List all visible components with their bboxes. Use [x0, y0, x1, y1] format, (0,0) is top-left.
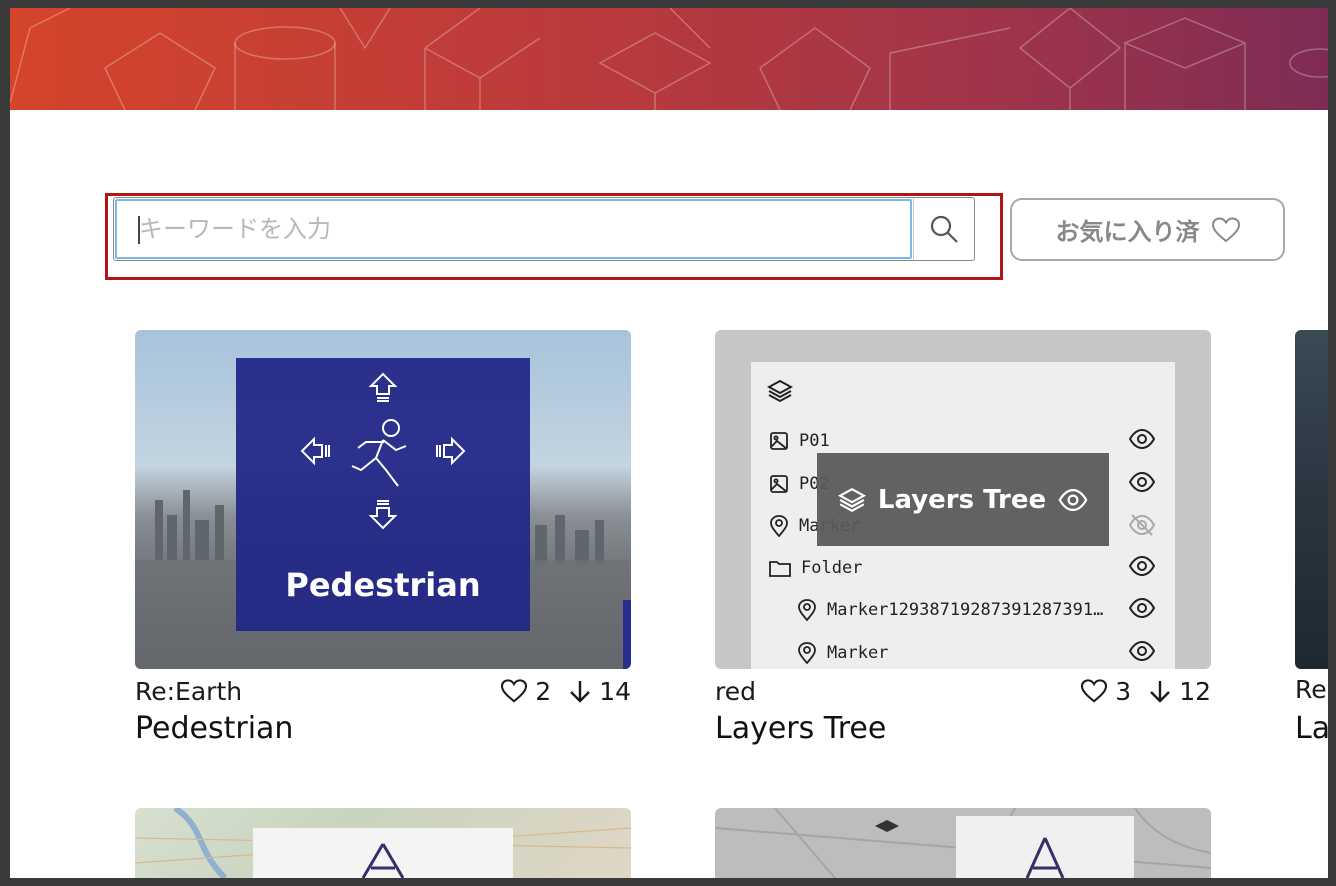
eye-icon: [1058, 488, 1088, 511]
card-author: red: [715, 676, 756, 706]
map-thumbnail: [135, 808, 631, 878]
marker-icon: [798, 642, 816, 664]
card-title[interactable]: Pedestrian: [135, 711, 631, 746]
layers-tree-overlay: Layers Tree: [817, 453, 1109, 546]
text-caret: [138, 216, 140, 244]
layer-name: Folder: [801, 558, 863, 578]
layer-row: Marker: [797, 638, 1155, 668]
search-button[interactable]: [913, 198, 974, 260]
download-arrow-icon: [570, 681, 591, 703]
card-thumbnail[interactable]: Pedestrian: [135, 330, 631, 669]
like-count: 2: [535, 676, 552, 706]
download-count: 14: [599, 676, 631, 706]
plugin-card-thumbnail-row2[interactable]: [135, 808, 631, 878]
layers-icon: [767, 379, 793, 403]
eye-icon[interactable]: [1129, 472, 1155, 492]
eye-icon[interactable]: [1129, 556, 1155, 576]
like-count: 3: [1115, 676, 1132, 706]
favorites-filter-button[interactable]: お気に入り済: [1010, 198, 1285, 261]
heart-icon[interactable]: [1081, 679, 1108, 703]
eye-icon[interactable]: [1129, 641, 1155, 661]
map-thumbnail: [715, 808, 1211, 878]
plugin-card-layers-tree[interactable]: P01 P02 Marker Folder Marker129387192873: [715, 330, 1211, 746]
pedestrian-overlay: Pedestrian: [236, 358, 530, 631]
card-title[interactable]: Layers Tree: [715, 711, 1211, 746]
marker-icon: [770, 515, 788, 537]
heart-icon[interactable]: [501, 679, 528, 703]
layer-row: P01: [769, 426, 1155, 456]
image-icon: [770, 475, 788, 493]
card-author: Re: [1295, 675, 1327, 704]
pedestrian-icon: [300, 372, 466, 530]
download-arrow-icon: [1150, 681, 1171, 703]
layer-name: Marker: [827, 643, 889, 663]
marker-icon: [798, 599, 816, 621]
plugin-card-partial[interactable]: Re La: [1295, 330, 1328, 760]
download-count: 12: [1179, 676, 1211, 706]
card-thumbnail[interactable]: P01 P02 Marker Folder Marker129387192873: [715, 330, 1211, 669]
layer-row: Marker12938719287391287391...: [797, 595, 1155, 625]
layer-name: Marker12938719287391287391...: [827, 600, 1113, 620]
folder-icon: [769, 561, 791, 577]
eye-icon[interactable]: [1129, 429, 1155, 449]
header-banner: [10, 8, 1328, 110]
plugin-card-pedestrian[interactable]: Pedestrian Re:Earth 2 14 Pedestrian: [135, 330, 631, 746]
overlay-label: Layers Tree: [877, 484, 1047, 515]
card-title[interactable]: La: [1295, 711, 1328, 746]
favorites-button-label: お気に入り済: [1055, 218, 1200, 246]
search-bar: [113, 197, 975, 261]
card-author: Re:Earth: [135, 676, 243, 706]
search-input[interactable]: [115, 199, 912, 259]
overlay-label: Pedestrian: [285, 566, 481, 604]
plugin-card-thumbnail-row2[interactable]: [715, 808, 1211, 878]
image-icon: [770, 432, 788, 450]
heart-icon: [1211, 216, 1240, 242]
card-thumbnail[interactable]: [1295, 330, 1328, 669]
layer-row: Folder: [769, 553, 1155, 583]
layers-icon: [837, 487, 866, 512]
search-icon: [930, 215, 958, 243]
eye-off-icon[interactable]: [1129, 514, 1155, 536]
layer-name: P01: [799, 431, 830, 451]
eye-icon[interactable]: [1129, 598, 1155, 618]
